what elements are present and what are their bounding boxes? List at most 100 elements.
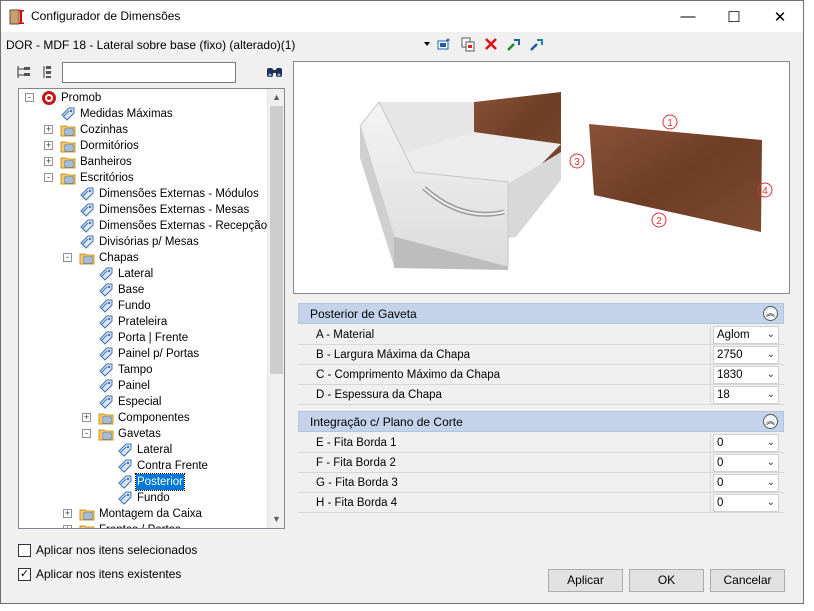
- collapse-node-icon[interactable]: -: [44, 173, 53, 182]
- tree-scrollbar[interactable]: ▲ ▼: [267, 89, 284, 528]
- property-label: D - Espessura da Chapa: [316, 389, 442, 401]
- expand-icon[interactable]: +: [63, 525, 72, 528]
- collapse-icon[interactable]: ︽: [763, 306, 778, 321]
- property-value-select[interactable]: 2750 ⌄: [713, 346, 779, 364]
- property-value-select[interactable]: 0 ⌄: [713, 434, 779, 452]
- checkbox-box[interactable]: [18, 543, 31, 557]
- tree-item[interactable]: + Banheiros: [44, 154, 133, 170]
- collapse-node-icon[interactable]: -: [82, 429, 91, 438]
- tree-item[interactable]: Dimensões Externas - Recepção: [79, 218, 268, 234]
- preset-dropdown-icon[interactable]: [423, 40, 431, 48]
- tree-item[interactable]: Painel: [98, 378, 151, 394]
- tree-item[interactable]: Especial: [98, 394, 162, 410]
- delete-icon[interactable]: [483, 36, 499, 52]
- tree-item-label: Base: [118, 284, 145, 296]
- scroll-down-icon[interactable]: ▼: [268, 511, 284, 528]
- tag-icon: [61, 107, 75, 121]
- tree-item[interactable]: - Chapas: [63, 250, 140, 266]
- tree-item[interactable]: Divisórias p/ Mesas: [79, 234, 200, 250]
- property-value: 0: [717, 477, 724, 489]
- tree-item[interactable]: Dimensões Externas - Módulos: [79, 186, 260, 202]
- checkbox-box[interactable]: ✓: [18, 567, 31, 581]
- tree-item[interactable]: + Cozinhas: [44, 122, 129, 138]
- property-value-select[interactable]: Aglom ⌄: [713, 326, 779, 344]
- apply-selected-checkbox[interactable]: Aplicar nos itens selecionados: [18, 542, 197, 558]
- section-integracao-plano-corte[interactable]: Integração c/ Plano de Corte ︽: [298, 411, 784, 432]
- checkbox-label: Aplicar nos itens selecionados: [36, 543, 198, 557]
- chevron-down-icon[interactable]: ⌄: [767, 495, 775, 511]
- ok-button[interactable]: OK: [629, 569, 704, 592]
- tag-icon: [80, 219, 94, 233]
- chevron-down-icon[interactable]: ⌄: [767, 327, 775, 343]
- tree-item[interactable]: Lateral: [98, 266, 154, 282]
- collapse-all-icon[interactable]: [41, 65, 53, 79]
- apply-button[interactable]: Aplicar: [548, 569, 623, 592]
- scroll-thumb[interactable]: [270, 106, 283, 374]
- chevron-down-icon[interactable]: ⌄: [767, 435, 775, 451]
- tree-item[interactable]: Tampo: [98, 362, 154, 378]
- tag-icon: [99, 395, 113, 409]
- cancel-button[interactable]: Cancelar: [710, 569, 785, 592]
- folder-icon: [60, 173, 76, 185]
- copy-config-icon[interactable]: [460, 36, 476, 52]
- close-button[interactable]: ✕: [757, 1, 803, 32]
- expand-icon[interactable]: +: [44, 157, 53, 166]
- tree-item[interactable]: - Promob: [25, 90, 102, 106]
- tree-item[interactable]: Painel p/ Portas: [98, 346, 200, 362]
- minimize-button[interactable]: —: [665, 1, 711, 32]
- collapse-node-icon[interactable]: -: [63, 253, 72, 262]
- tree-item-label: Tampo: [118, 364, 153, 376]
- tree-item[interactable]: Lateral: [117, 442, 173, 458]
- tree-item[interactable]: + Frentes / Portas: [63, 522, 182, 528]
- property-row: G - Fita Borda 3 0 ⌄: [298, 473, 784, 493]
- chevron-down-icon[interactable]: ⌄: [767, 347, 775, 363]
- chevron-down-icon[interactable]: ⌄: [767, 367, 775, 383]
- app-icon: [9, 9, 24, 25]
- chevron-down-icon[interactable]: ⌄: [767, 475, 775, 491]
- tree-item[interactable]: Dimensões Externas - Mesas: [79, 202, 250, 218]
- property-row: D - Espessura da Chapa 18 ⌄: [298, 385, 784, 405]
- property-value-select[interactable]: 0 ⌄: [713, 494, 779, 512]
- category-tree[interactable]: - Promob Medidas Máximas + Cozinhas + Dormitór…: [18, 88, 285, 529]
- tree-item[interactable]: - Escritórios: [44, 170, 135, 186]
- property-value-select[interactable]: 0 ⌄: [713, 474, 779, 492]
- expand-icon[interactable]: +: [44, 125, 53, 134]
- binoculars-icon[interactable]: [266, 65, 283, 79]
- tree-item[interactable]: Posterior: [117, 473, 186, 491]
- section-posterior-gaveta[interactable]: Posterior de Gaveta ︽: [298, 303, 784, 324]
- tree-item[interactable]: Contra Frente: [117, 458, 209, 474]
- expand-icon[interactable]: +: [82, 413, 91, 422]
- expand-icon[interactable]: +: [44, 141, 53, 150]
- property-value-select[interactable]: 18 ⌄: [713, 386, 779, 404]
- tree-item[interactable]: + Montagem da Caixa: [63, 506, 203, 522]
- tree-item-label: Fundo: [118, 300, 151, 312]
- collapse-icon[interactable]: ︽: [763, 414, 778, 429]
- property-value: 2750: [717, 349, 743, 361]
- tree-item[interactable]: Medidas Máximas: [60, 106, 174, 122]
- chevron-down-icon[interactable]: ⌄: [767, 387, 775, 403]
- expand-icon[interactable]: +: [63, 509, 72, 518]
- tree-item[interactable]: Fundo: [117, 490, 171, 506]
- chevron-down-icon[interactable]: ⌄: [767, 455, 775, 471]
- tree-item[interactable]: Base: [98, 282, 145, 298]
- tree-item[interactable]: Porta | Frente: [98, 330, 189, 346]
- tree-item[interactable]: - Gavetas: [82, 426, 162, 442]
- export-icon[interactable]: [529, 36, 545, 52]
- scroll-up-icon[interactable]: ▲: [268, 89, 284, 106]
- tree-item[interactable]: Fundo: [98, 298, 152, 314]
- tree-item-label: Banheiros: [80, 156, 132, 168]
- tree-item[interactable]: + Dormitórios: [44, 138, 140, 154]
- new-config-icon[interactable]: [436, 36, 452, 52]
- import-icon[interactable]: [506, 36, 522, 52]
- maximize-button[interactable]: ☐: [711, 1, 757, 32]
- tree-item-label: Cozinhas: [80, 124, 128, 136]
- tree-item[interactable]: + Componentes: [82, 410, 191, 426]
- search-input[interactable]: [62, 62, 236, 83]
- property-value-select[interactable]: 0 ⌄: [713, 454, 779, 472]
- tree-item[interactable]: Prateleira: [98, 314, 168, 330]
- collapse-node-icon[interactable]: -: [25, 93, 34, 102]
- tag-icon: [99, 331, 113, 345]
- expand-all-icon[interactable]: [16, 65, 32, 79]
- property-value-select[interactable]: 1830 ⌄: [713, 366, 779, 384]
- apply-existing-checkbox[interactable]: ✓ Aplicar nos itens existentes: [18, 566, 181, 582]
